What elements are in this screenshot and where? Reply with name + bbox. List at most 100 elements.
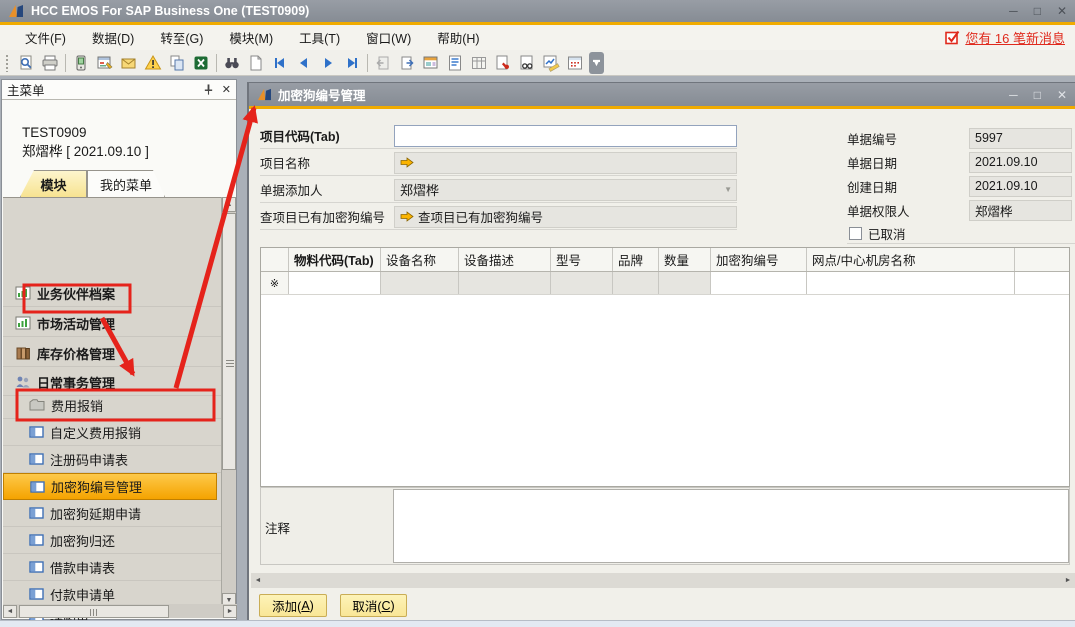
cancelled-checkbox[interactable]	[849, 227, 862, 240]
sidebar-item-dongle-extension-application[interactable]: 加密狗延期申请	[3, 500, 222, 527]
pin-icon[interactable]	[203, 84, 214, 95]
form-settings-icon[interactable]	[419, 52, 443, 74]
calendar-icon[interactable]	[563, 52, 587, 74]
sidebar-item-business-partner-archive[interactable]: 业务伙伴档案	[3, 280, 222, 307]
scroll-left-icon[interactable]: ◄	[251, 574, 265, 588]
query-view-icon[interactable]	[515, 52, 539, 74]
paste-icon[interactable]	[165, 52, 189, 74]
menu-data[interactable]: 数据(D)	[79, 25, 147, 50]
main-menu-title: 主菜单	[7, 80, 45, 99]
col-device-name[interactable]: 设备名称	[381, 248, 459, 271]
menu-tools[interactable]: 工具(T)	[286, 25, 353, 50]
scrollbar-thumb[interactable]	[19, 605, 169, 618]
sidebar-item-loan-application[interactable]: 借款申请表	[3, 554, 222, 581]
scroll-up-icon[interactable]: ▲	[222, 197, 236, 212]
grid-new-row: ※	[261, 272, 1069, 295]
print-icon[interactable]	[38, 52, 62, 74]
table-view-icon[interactable]	[467, 52, 491, 74]
query-dongle-label: 查项目已有加密狗编号	[260, 207, 394, 226]
menu-modules[interactable]: 模块(M)	[216, 25, 286, 50]
sidebar-item-inventory-price-management[interactable]: 库存价格管理	[3, 340, 222, 367]
row-marker[interactable]: ※	[261, 272, 289, 294]
mail-icon[interactable]	[117, 52, 141, 74]
scrollbar-thumb[interactable]	[222, 213, 236, 470]
print-preview-icon[interactable]	[14, 52, 38, 74]
form-edit-icon[interactable]	[93, 52, 117, 74]
col-dongle-no[interactable]: 加密狗编号	[711, 248, 807, 271]
tab-modules[interactable]: 模块	[20, 170, 87, 197]
form-close-button[interactable]: ✕	[1057, 85, 1067, 105]
menu-window[interactable]: 窗口(W)	[353, 25, 424, 50]
cell-brand[interactable]	[613, 272, 659, 294]
col-quantity[interactable]: 数量	[659, 248, 711, 271]
undo-document-icon[interactable]	[371, 52, 395, 74]
sidebar-item-registration-code-application[interactable]: 注册码申请表	[3, 446, 222, 473]
app-minimize-button[interactable]: ─	[1009, 1, 1018, 21]
excel-export-icon[interactable]	[189, 52, 213, 74]
first-record-icon[interactable]	[268, 52, 292, 74]
col-brand[interactable]: 品牌	[613, 248, 659, 271]
scroll-right-icon[interactable]: ►	[223, 605, 237, 618]
chevron-down-icon[interactable]: ▼	[724, 185, 732, 194]
col-site-name[interactable]: 网点/中心机房名称	[807, 248, 1015, 271]
remarks-textarea[interactable]	[393, 489, 1069, 563]
chart-edit-icon[interactable]	[539, 52, 563, 74]
tab-my-menu[interactable]: 我的菜单	[87, 170, 165, 197]
redo-document-icon[interactable]	[395, 52, 419, 74]
col-item-code[interactable]: 物料代码(Tab)	[289, 248, 381, 271]
cell-device-desc[interactable]	[459, 272, 551, 294]
menu-file[interactable]: 文件(F)	[12, 25, 79, 50]
sidebar-item-marketing-activity-management[interactable]: 市场活动管理	[3, 310, 222, 337]
form-horizontal-scrollbar[interactable]: ◄ ►	[251, 573, 1075, 588]
scroll-right-icon[interactable]: ►	[1061, 574, 1075, 588]
doc-date-value[interactable]: 2021.09.10	[969, 152, 1072, 173]
sidebar-item-expense-reimbursement[interactable]: 费用报销	[3, 392, 222, 419]
doc-owner-value[interactable]: 郑熠桦	[969, 200, 1072, 221]
sidebar-item-dongle-return[interactable]: 加密狗归还	[3, 527, 222, 554]
cell-model[interactable]	[551, 272, 613, 294]
app-close-button[interactable]: ✕	[1057, 1, 1067, 21]
cancel-button[interactable]: 取消(C)	[340, 594, 407, 617]
chart-icon	[15, 315, 31, 331]
cell-quantity[interactable]	[659, 272, 711, 294]
scroll-left-icon[interactable]: ◄	[3, 605, 17, 618]
form-logo-icon	[257, 88, 272, 101]
toolbar-overflow-button[interactable]: ▬▼	[589, 52, 604, 74]
form-maximize-button[interactable]: □	[1034, 85, 1041, 105]
new-messages-link[interactable]: 您有 16 笔新消息	[965, 28, 1065, 47]
project-code-input[interactable]	[394, 125, 737, 147]
menu-goto[interactable]: 转至(G)	[147, 25, 216, 50]
sidebar-vertical-scrollbar[interactable]: ▲ ▼	[221, 197, 236, 608]
previous-record-icon[interactable]	[292, 52, 316, 74]
link-arrow-icon[interactable]	[400, 211, 414, 222]
add-button[interactable]: 添加(A)	[259, 594, 327, 617]
cell-device-name[interactable]	[381, 272, 459, 294]
form-minimize-button[interactable]: ─	[1009, 85, 1018, 105]
main-menu-close-icon[interactable]: ✕	[222, 83, 231, 96]
cell-item-code[interactable]	[289, 272, 381, 294]
col-model[interactable]: 型号	[551, 248, 613, 271]
create-date-value[interactable]: 2021.09.10	[969, 176, 1072, 197]
warning-icon[interactable]	[141, 52, 165, 74]
last-record-icon[interactable]	[340, 52, 364, 74]
mobile-device-icon[interactable]	[69, 52, 93, 74]
link-arrow-icon[interactable]	[400, 157, 414, 168]
account-name: TEST0909	[22, 123, 149, 142]
toolbar-grip[interactable]	[5, 54, 11, 72]
cell-dongle-no[interactable]	[711, 272, 807, 294]
document-lines-icon[interactable]	[443, 52, 467, 74]
find-icon[interactable]	[220, 52, 244, 74]
cell-site-name[interactable]	[807, 272, 1015, 294]
sidebar-item-dongle-number-management[interactable]: 加密狗编号管理	[3, 473, 217, 500]
col-device-desc[interactable]: 设备描述	[459, 248, 551, 271]
app-maximize-button[interactable]: □	[1034, 1, 1041, 21]
menu-help[interactable]: 帮助(H)	[424, 25, 492, 50]
next-record-icon[interactable]	[316, 52, 340, 74]
new-document-icon[interactable]	[244, 52, 268, 74]
sidebar-horizontal-scrollbar[interactable]: ◄ ►	[3, 604, 237, 618]
approved-document-icon[interactable]	[491, 52, 515, 74]
sidebar-item-custom-expense-reimbursement[interactable]: 自定义费用报销	[3, 419, 222, 446]
query-dongle-link[interactable]: 查项目已有加密狗编号	[418, 207, 543, 226]
doc-adder-dropdown[interactable]: 郑熠桦 ▼	[394, 179, 737, 201]
app-titlebar: HCC EMOS For SAP Business One (TEST0909)…	[0, 0, 1075, 22]
